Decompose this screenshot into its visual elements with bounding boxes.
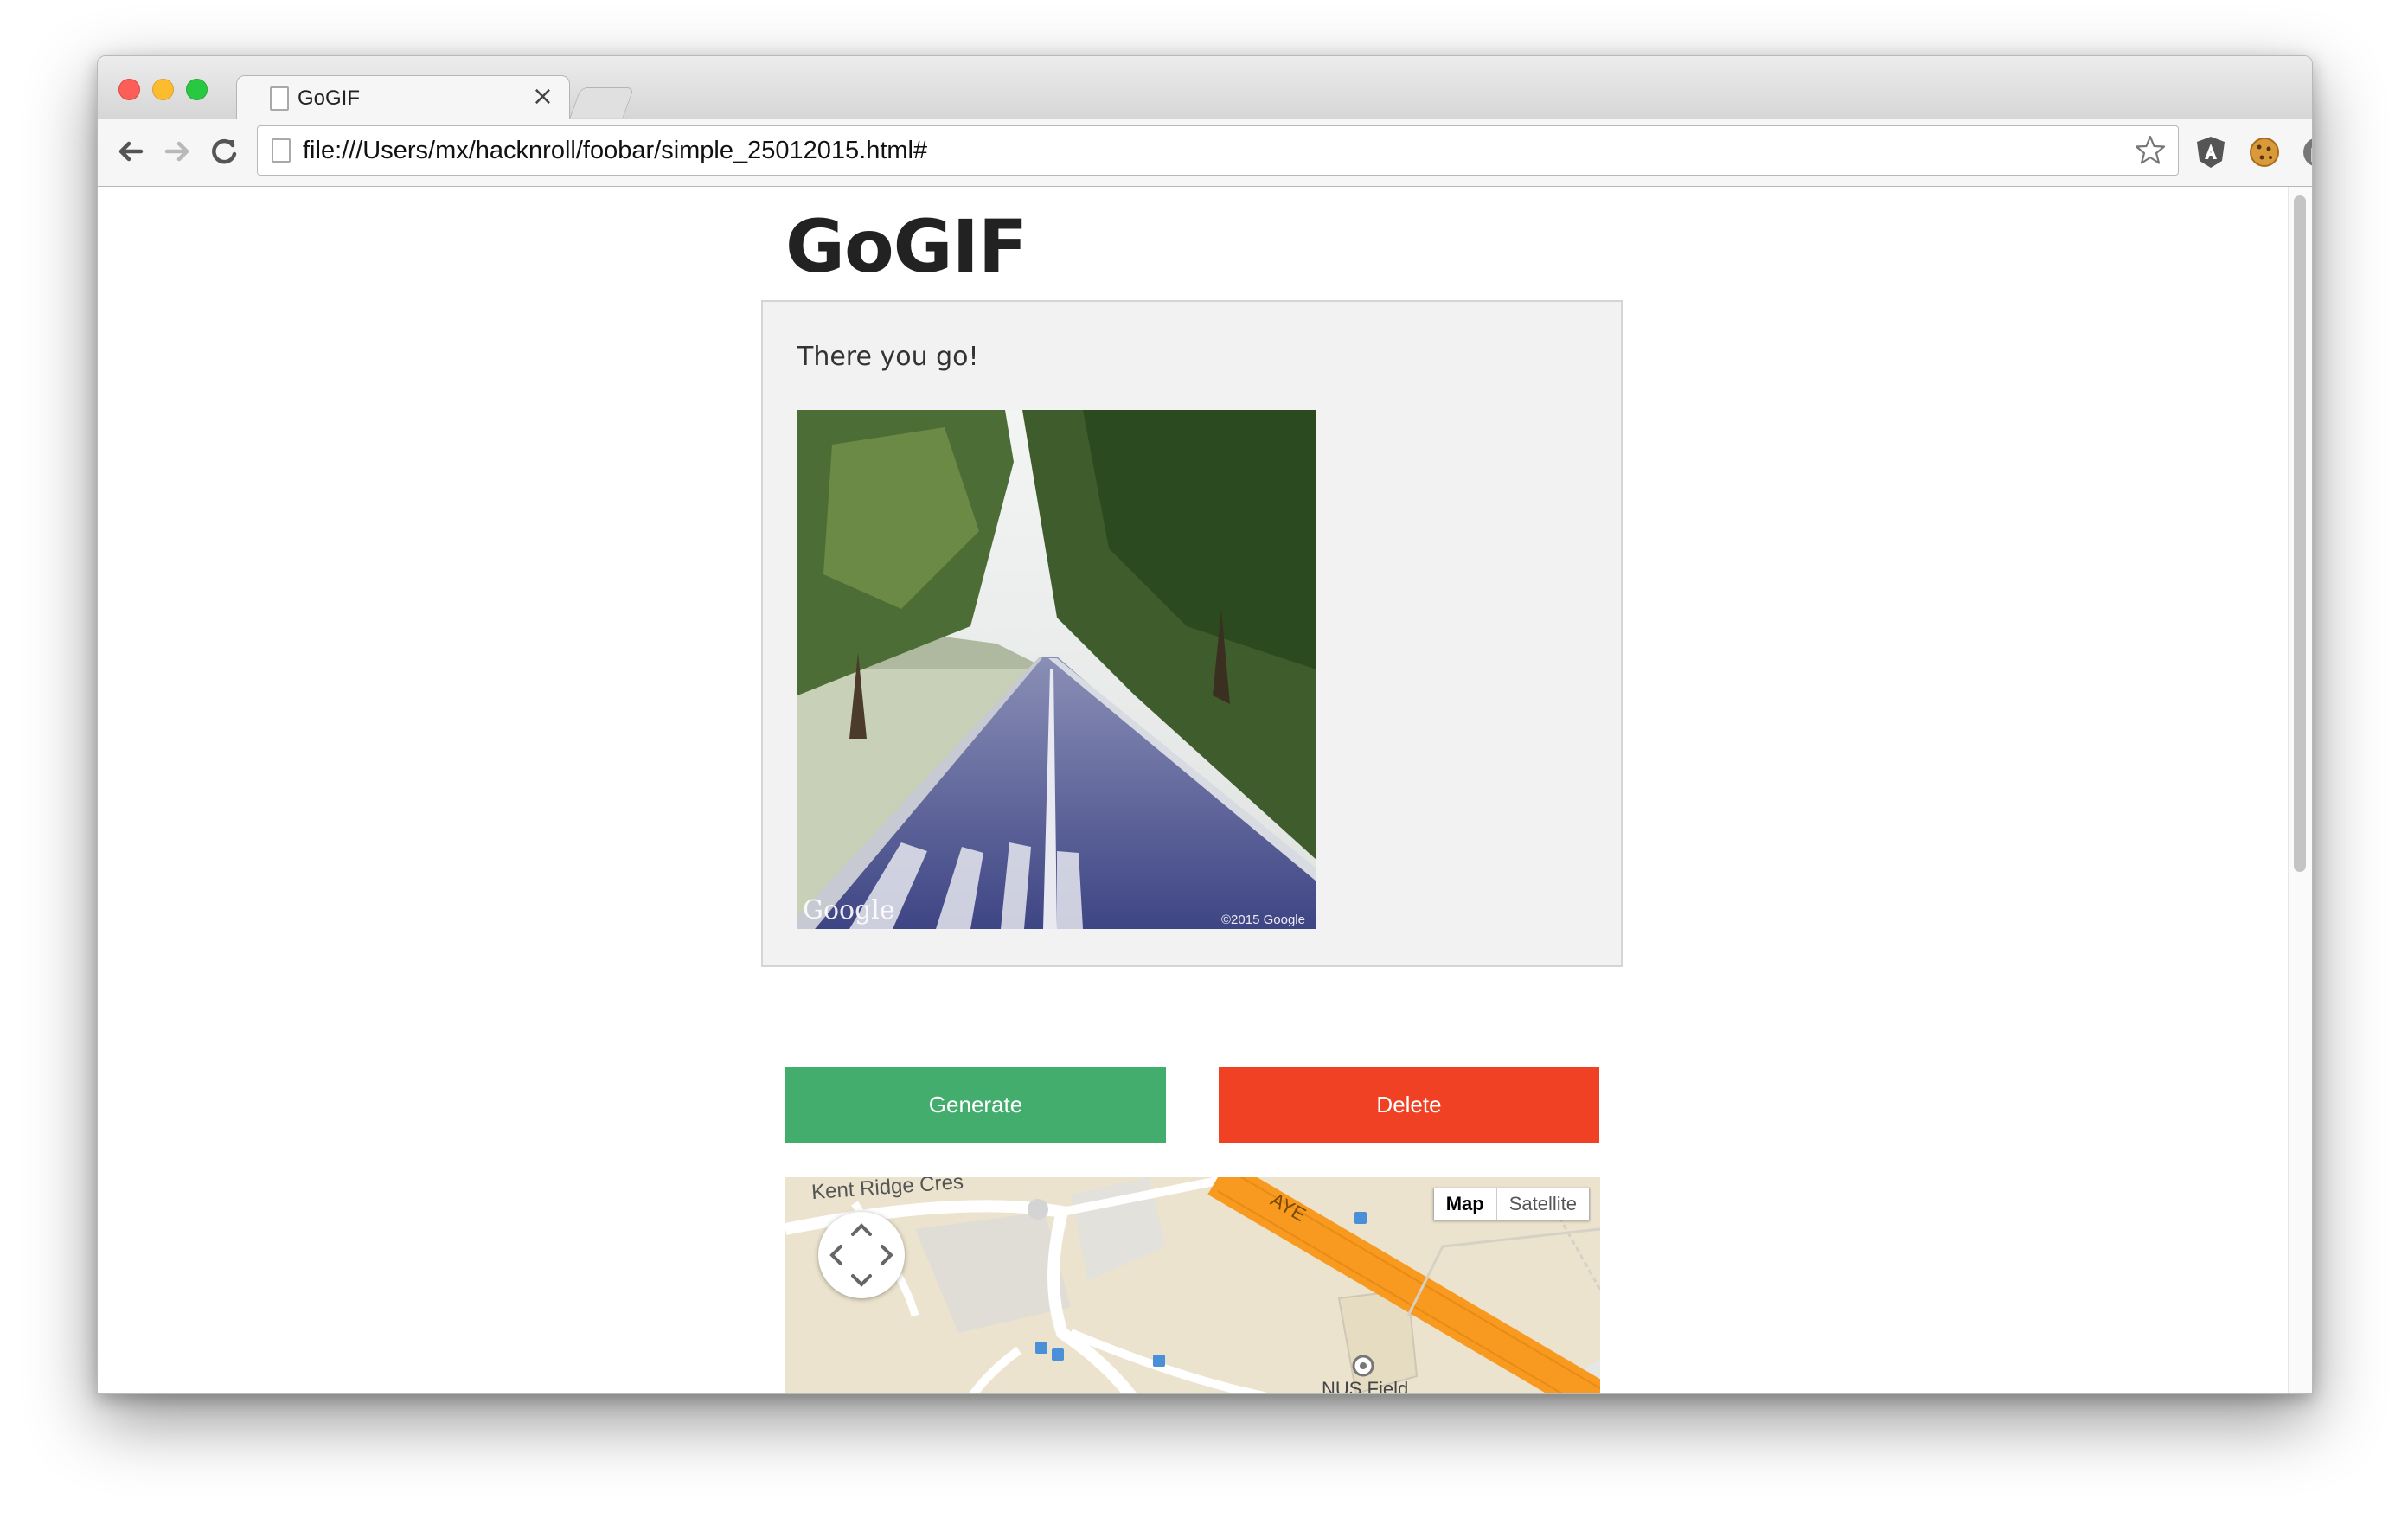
- tab-strip: GoGIF ×: [98, 56, 2312, 121]
- tab-title: GoGIF: [298, 86, 361, 110]
- street-view-gif: Google ©2015 Google: [797, 410, 1316, 929]
- hand-extension-icon[interactable]: [2300, 134, 2312, 170]
- page-content: GoGIF There you go! Google ©2015 Google …: [98, 187, 2289, 1393]
- tab-close-icon[interactable]: ×: [532, 81, 554, 112]
- new-tab-button[interactable]: [569, 87, 635, 118]
- address-bar[interactable]: file:///Users/mx/hacknroll/foobar/simple…: [257, 125, 2179, 176]
- google-map[interactable]: Kent Ridge Cres AYE NUS Field A Map Sate…: [785, 1177, 1600, 1393]
- map-type-control: Map Satellite: [1432, 1188, 1590, 1220]
- page-scrollbar[interactable]: [2288, 187, 2312, 1393]
- browser-toolbar: file:///Users/mx/hacknroll/foobar/simple…: [98, 119, 2312, 187]
- cookie-extension-icon[interactable]: [2246, 134, 2283, 170]
- result-panel: There you go! Google ©2015 Google: [761, 300, 1623, 967]
- minimize-window-button[interactable]: [152, 79, 174, 100]
- tab-gogif[interactable]: GoGIF ×: [236, 75, 570, 121]
- maximize-window-button[interactable]: [186, 79, 208, 100]
- reload-icon: [212, 138, 237, 164]
- map-pan-control[interactable]: [818, 1212, 905, 1298]
- angular-extension-icon[interactable]: [2193, 134, 2229, 170]
- address-url[interactable]: file:///Users/mx/hacknroll/foobar/simple…: [303, 137, 927, 165]
- close-window-button[interactable]: [118, 79, 140, 100]
- map-type-satellite-button[interactable]: Satellite: [1497, 1188, 1589, 1220]
- page-icon: [272, 138, 291, 163]
- gif-watermark-left: Google: [803, 895, 895, 926]
- map-type-map-button[interactable]: Map: [1434, 1188, 1497, 1220]
- delete-button[interactable]: Delete: [1219, 1067, 1599, 1143]
- forward-button[interactable]: [157, 131, 198, 172]
- gif-watermark-right: ©2015 Google: [1221, 913, 1305, 927]
- back-button[interactable]: [110, 131, 151, 172]
- bookmark-star-icon[interactable]: [2133, 133, 2168, 168]
- generate-button[interactable]: Generate: [785, 1067, 1166, 1143]
- document-icon: [270, 86, 289, 111]
- forward-arrow-icon: [164, 141, 189, 162]
- result-message: There you go!: [797, 342, 979, 372]
- browser-window: GoGIF × file:///Users/mx/hacknroll/fooba…: [97, 55, 2313, 1394]
- reload-button[interactable]: [203, 131, 245, 172]
- pan-arrows-icon: [829, 1223, 893, 1287]
- back-arrow-icon: [118, 141, 144, 162]
- page-title: GoGIF: [785, 204, 1028, 289]
- poi-label: NUS Field: [1322, 1378, 1409, 1393]
- scrollbar-thumb[interactable]: [2294, 195, 2306, 872]
